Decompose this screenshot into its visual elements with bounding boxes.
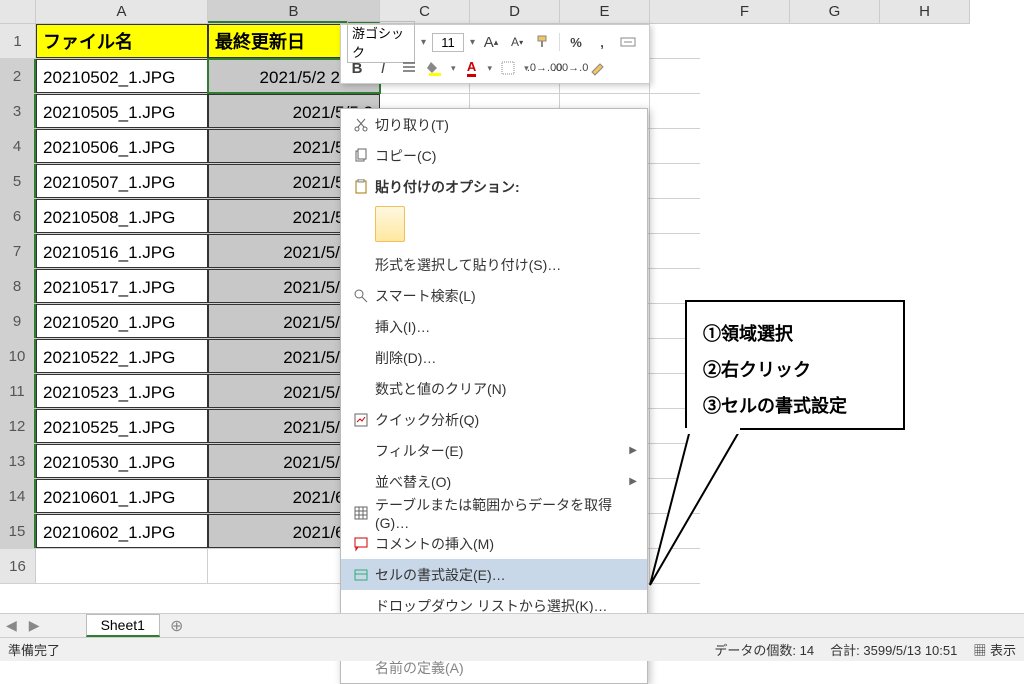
comment-icon xyxy=(347,536,375,552)
format-cells-icon xyxy=(347,567,375,583)
row-header[interactable]: 1 xyxy=(0,24,36,58)
merge-icon[interactable] xyxy=(618,32,638,52)
bold-icon[interactable]: B xyxy=(347,58,367,78)
quick-analysis-icon xyxy=(347,412,375,428)
search-icon xyxy=(347,288,375,304)
cell-A2[interactable]: 20210502_1.JPG xyxy=(36,59,208,93)
col-header-D[interactable]: D xyxy=(470,0,560,23)
sheet-tab-1[interactable]: Sheet1 xyxy=(86,614,160,637)
menu-paste-special[interactable]: 形式を選択して貼り付け(S)… xyxy=(341,249,647,280)
callout-line-3: ③セルの書式設定 xyxy=(703,388,887,424)
tab-nav-next-icon[interactable]: ▶ xyxy=(23,617,46,634)
tab-nav-prev-icon[interactable]: ◀ xyxy=(0,617,23,634)
cell-A6[interactable]: 20210508_1.JPG xyxy=(36,199,208,233)
row-header[interactable]: 4 xyxy=(0,129,36,163)
cell-A4[interactable]: 20210506_1.JPG xyxy=(36,129,208,163)
row-header[interactable]: 11 xyxy=(0,374,36,408)
row-header[interactable]: 14 xyxy=(0,479,36,513)
cell-A13[interactable]: 20210530_1.JPG xyxy=(36,444,208,478)
scissors-icon xyxy=(347,117,375,133)
clear-format-icon[interactable] xyxy=(587,58,607,78)
menu-smart-lookup[interactable]: スマート検索(L) xyxy=(341,280,647,311)
borders-icon[interactable] xyxy=(498,58,518,78)
menu-clear[interactable]: 数式と値のクリア(N) xyxy=(341,373,647,404)
row-header[interactable]: 5 xyxy=(0,164,36,198)
col-header-A[interactable]: A xyxy=(36,0,208,23)
percent-icon[interactable]: % xyxy=(566,32,586,52)
font-size-select[interactable]: 11 xyxy=(432,33,464,52)
cell-A3[interactable]: 20210505_1.JPG xyxy=(36,94,208,128)
clipboard-icon xyxy=(347,179,375,195)
sheet-tab-bar: ◀ ▶ Sheet1 ⊕ xyxy=(0,613,1024,637)
row-header[interactable]: 2 xyxy=(0,59,36,93)
callout-line-2: ②右クリック xyxy=(703,352,887,388)
align-icon[interactable] xyxy=(399,58,419,78)
menu-copy[interactable]: コピー(C) xyxy=(341,140,647,171)
fill-color-icon[interactable] xyxy=(425,58,445,78)
callout-pointer xyxy=(600,430,740,590)
row-header[interactable]: 7 xyxy=(0,234,36,268)
cell-A10[interactable]: 20210522_1.JPG xyxy=(36,339,208,373)
column-headers-ext: F G H xyxy=(700,0,970,24)
comma-icon[interactable]: , xyxy=(592,32,612,52)
mini-toolbar: 游ゴシック ▾ 11 ▾ A▴ A▾ % , B I ▾ A ▾ ▾ . xyxy=(340,24,650,84)
menu-delete[interactable]: 削除(D)… xyxy=(341,342,647,373)
col-header-C[interactable]: C xyxy=(380,0,470,23)
status-bar: 準備完了 データの個数: 14 合計: 3599/5/13 10:51 ▦ 表示 xyxy=(0,637,1024,661)
paste-option-default[interactable] xyxy=(375,206,405,242)
menu-insert[interactable]: 挿入(I)… xyxy=(341,311,647,342)
row-header[interactable]: 8 xyxy=(0,269,36,303)
status-view-icon[interactable]: ▦ 表示 xyxy=(973,640,1016,659)
col-header-B[interactable]: B xyxy=(208,0,380,23)
col-header-G[interactable]: G xyxy=(790,0,880,23)
cell-A11[interactable]: 20210523_1.JPG xyxy=(36,374,208,408)
cell-A9[interactable]: 20210520_1.JPG xyxy=(36,304,208,338)
cell-A8[interactable]: 20210517_1.JPG xyxy=(36,269,208,303)
table-icon xyxy=(347,505,375,521)
italic-icon[interactable]: I xyxy=(373,58,393,78)
col-header-F[interactable]: F xyxy=(700,0,790,23)
menu-cut[interactable]: 切り取り(T) xyxy=(341,109,647,140)
callout-line-1: ①領域選択 xyxy=(703,316,887,352)
cell-A14[interactable]: 20210601_1.JPG xyxy=(36,479,208,513)
increase-decimal-icon[interactable]: .0→.00 xyxy=(535,58,555,78)
decrease-font-icon[interactable]: A▾ xyxy=(507,32,527,52)
format-painter-icon[interactable] xyxy=(533,32,553,52)
menu-paste-title: 貼り付けのオプション: xyxy=(341,171,647,202)
col-header-E[interactable]: E xyxy=(560,0,650,23)
row-header[interactable]: 15 xyxy=(0,514,36,548)
context-menu: 切り取り(T) コピー(C) 貼り付けのオプション: 形式を選択して貼り付け(S… xyxy=(340,108,648,684)
cell-A15[interactable]: 20210602_1.JPG xyxy=(36,514,208,548)
font-name-select[interactable]: 游ゴシック xyxy=(347,21,415,63)
status-ready: 準備完了 xyxy=(8,640,714,659)
annotation-callout: ①領域選択 ②右クリック ③セルの書式設定 xyxy=(685,300,905,430)
cell-A7[interactable]: 20210516_1.JPG xyxy=(36,234,208,268)
row-header[interactable]: 6 xyxy=(0,199,36,233)
add-sheet-icon[interactable]: ⊕ xyxy=(170,616,183,636)
cell-A5[interactable]: 20210507_1.JPG xyxy=(36,164,208,198)
cell-A12[interactable]: 20210525_1.JPG xyxy=(36,409,208,443)
decrease-decimal-icon[interactable]: .00→.0 xyxy=(561,58,581,78)
status-sum: 合計: 3599/5/13 10:51 xyxy=(830,640,957,659)
row-header[interactable]: 13 xyxy=(0,444,36,478)
row-header[interactable]: 10 xyxy=(0,339,36,373)
callout-mask xyxy=(685,428,745,434)
cell-A1[interactable]: ファイル名 xyxy=(36,24,208,58)
copy-icon xyxy=(347,148,375,164)
paste-options xyxy=(341,202,647,249)
increase-font-icon[interactable]: A▴ xyxy=(481,32,501,52)
row-header[interactable]: 12 xyxy=(0,409,36,443)
row-header[interactable]: 3 xyxy=(0,94,36,128)
select-all-corner[interactable] xyxy=(0,0,36,23)
row-header[interactable]: 9 xyxy=(0,304,36,338)
font-color-icon[interactable]: A xyxy=(462,58,482,78)
cell-A16[interactable] xyxy=(36,549,208,583)
status-count: データの個数: 14 xyxy=(714,640,814,659)
row-header[interactable]: 16 xyxy=(0,549,36,583)
col-header-H[interactable]: H xyxy=(880,0,970,23)
